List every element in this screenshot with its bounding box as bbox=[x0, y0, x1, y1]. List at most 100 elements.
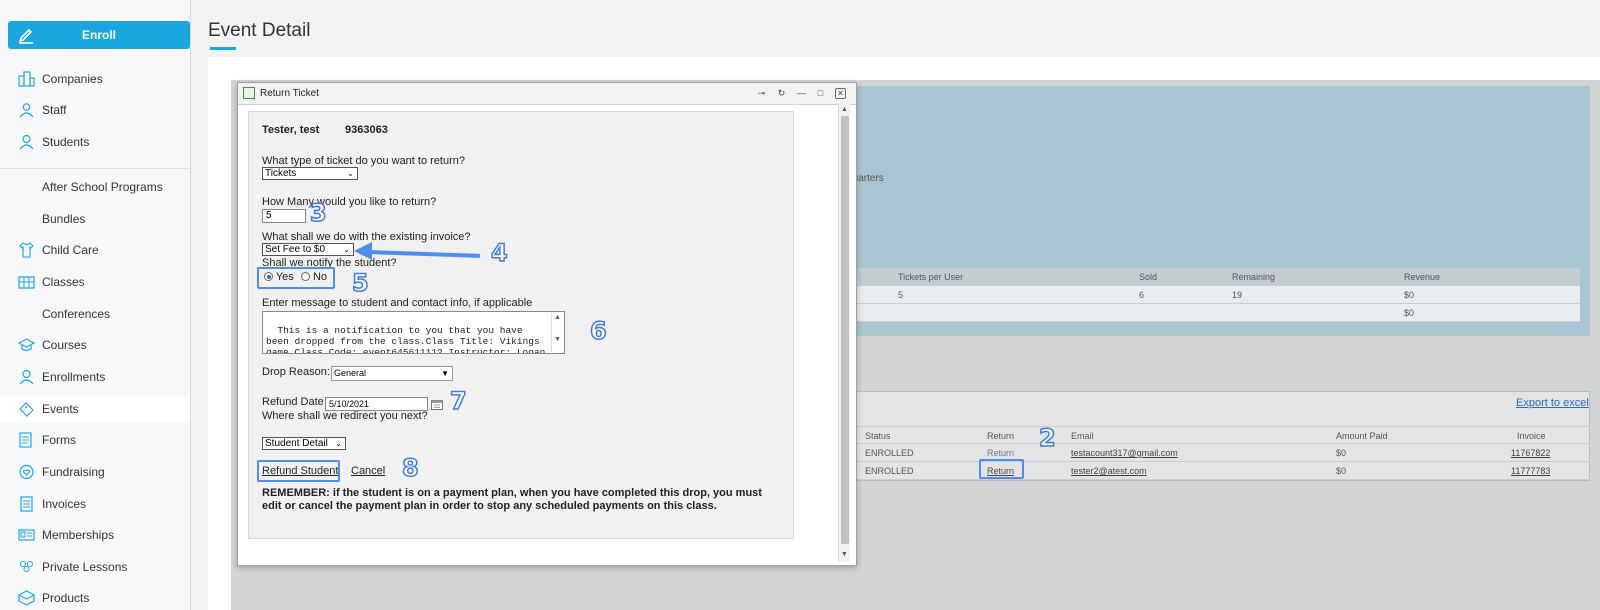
invoice-action-value: Set Fee to $0 bbox=[265, 244, 326, 255]
dialog-title: Return Ticket bbox=[260, 88, 319, 99]
caret-down-icon: ▼ bbox=[441, 369, 449, 378]
how-many-input[interactable]: 5 bbox=[262, 209, 306, 223]
column-header: Status bbox=[865, 431, 891, 441]
table-cell: $0 bbox=[1404, 308, 1415, 318]
ticket-type-select[interactable]: Tickets ⌄ bbox=[262, 167, 358, 180]
table-row: ENROLLED Return testacount317@gmail.com … bbox=[845, 444, 1590, 462]
column-header: Invoice bbox=[1517, 431, 1546, 441]
notify-highlight bbox=[257, 267, 335, 289]
sidebar-item-enrollments[interactable]: Enrollments bbox=[0, 364, 190, 390]
sidebar-item-courses[interactable]: Courses bbox=[0, 332, 190, 358]
user-icon bbox=[19, 369, 34, 385]
calendar-grid-icon bbox=[18, 276, 35, 289]
column-header: Tickets per User bbox=[898, 272, 964, 282]
minimize-icon[interactable]: — bbox=[796, 88, 807, 99]
sidebar-item-invoices[interactable]: Invoices bbox=[0, 491, 190, 517]
table-cell: 19 bbox=[1232, 290, 1243, 300]
sidebar-item-label: Enrollments bbox=[42, 370, 106, 384]
message-textarea[interactable]: This is a notification to you that you h… bbox=[262, 311, 565, 354]
box-icon bbox=[18, 590, 35, 606]
calendar-icon[interactable] bbox=[431, 399, 443, 410]
sidebar-item-products[interactable]: Products bbox=[0, 585, 190, 610]
table-header-row: Status Return Email Amount Paid Invoice bbox=[845, 426, 1590, 444]
table-total-row: $0 bbox=[836, 304, 1580, 322]
message-question: Enter message to student and contact inf… bbox=[262, 297, 533, 309]
redirect-select[interactable]: Student Detail ⌄ bbox=[262, 437, 346, 450]
refresh-icon[interactable]: ↻ bbox=[776, 88, 787, 99]
pin-icon[interactable]: ⊸ bbox=[756, 88, 767, 99]
window-icon bbox=[243, 87, 255, 99]
table-row: 5 6 19 $0 bbox=[836, 286, 1580, 304]
invoice-icon bbox=[20, 496, 33, 512]
close-icon[interactable]: ✕ bbox=[835, 88, 846, 99]
maximize-icon[interactable]: □ bbox=[815, 88, 826, 99]
export-to-excel-link[interactable]: Export to excel bbox=[1516, 397, 1589, 409]
staff-icon bbox=[19, 103, 34, 118]
return-highlight bbox=[979, 459, 1024, 479]
sidebar-item-bundles[interactable]: Bundles bbox=[0, 206, 190, 232]
refund-date-label: Refund Date bbox=[262, 396, 324, 408]
annotation-number: 2 bbox=[1038, 423, 1056, 453]
sidebar-item-label: After School Programs bbox=[42, 180, 163, 194]
dialog-scrollbar[interactable]: ▲ ▼ bbox=[838, 104, 850, 562]
sidebar-item-events[interactable]: Events bbox=[0, 396, 190, 422]
sidebar-item-memberships[interactable]: Memberships bbox=[0, 522, 190, 548]
scroll-down-icon[interactable]: ▼ bbox=[841, 551, 848, 558]
refund-highlight bbox=[257, 460, 340, 482]
sidebar-item-classes[interactable]: Classes bbox=[0, 269, 190, 295]
sidebar-item-label: Courses bbox=[42, 338, 87, 352]
email-link[interactable]: tester2@atest.com bbox=[1071, 466, 1147, 476]
buildings-icon bbox=[18, 71, 35, 87]
email-link[interactable]: testacount317@gmail.com bbox=[1071, 448, 1178, 458]
status-cell: ENROLLED bbox=[865, 448, 914, 458]
heart-shield-icon bbox=[19, 464, 34, 480]
sidebar-item-private-lessons[interactable]: Private Lessons bbox=[0, 554, 190, 580]
column-header: Return bbox=[987, 431, 1015, 441]
dialog-titlebar[interactable]: Return Ticket ⊸ ↻ — □ ✕ bbox=[238, 83, 856, 105]
invoice-link[interactable]: 11777783 bbox=[1511, 466, 1550, 476]
annotation-number: 8 bbox=[401, 453, 419, 483]
sidebar-item-fundraising[interactable]: Fundraising bbox=[0, 459, 190, 485]
table-cell: 6 bbox=[1139, 290, 1145, 300]
sidebar-item-label: Bundles bbox=[42, 212, 86, 226]
sidebar-item-child-care[interactable]: Child Care bbox=[0, 237, 190, 263]
sidebar-item-label: Invoices bbox=[42, 497, 87, 511]
sidebar-item-label: Products bbox=[42, 591, 90, 605]
invoice-link[interactable]: 11767822 bbox=[1511, 448, 1550, 458]
sidebar-item-label: Conferences bbox=[42, 307, 111, 321]
redirect-value: Student Detail bbox=[265, 438, 328, 449]
sidebar-item-staff[interactable]: Staff bbox=[0, 97, 190, 123]
textarea-scrollbar[interactable]: ▲ ▼ bbox=[551, 313, 563, 352]
amount-cell: $0 bbox=[1336, 466, 1347, 476]
annotation-number: 5 bbox=[351, 268, 369, 298]
column-header: Amount Paid bbox=[1336, 431, 1388, 441]
sidebar-item-label: Classes bbox=[42, 275, 85, 289]
remember-note: REMEMBER: if the student is on a payment… bbox=[262, 487, 762, 512]
refund-date-input[interactable]: 5/10/2021 bbox=[325, 397, 428, 411]
sidebar-item-conferences[interactable]: Conferences bbox=[0, 301, 190, 327]
sidebar-item-label: Child Care bbox=[42, 243, 99, 257]
sidebar-item-label: Companies bbox=[42, 72, 103, 86]
scroll-thumb[interactable] bbox=[841, 116, 849, 544]
enroll-label: Enroll bbox=[81, 28, 116, 42]
annotation-number: 6 bbox=[589, 316, 607, 346]
sidebar-item-after-school-programs[interactable]: After School Programs bbox=[0, 174, 190, 200]
drop-reason-select[interactable]: General ▼ bbox=[331, 366, 453, 381]
sidebar-item-companies[interactable]: Companies bbox=[0, 66, 190, 92]
annotation-number: 4 bbox=[490, 238, 508, 268]
ticket-type-question: What type of ticket do you want to retur… bbox=[262, 155, 465, 167]
scroll-up-icon[interactable]: ▲ bbox=[841, 106, 848, 113]
ticket-type-value: Tickets bbox=[265, 168, 297, 179]
sidebar-item-students[interactable]: Students bbox=[0, 129, 190, 155]
cancel-link[interactable]: Cancel bbox=[351, 465, 385, 477]
sidebar-item-label: Staff bbox=[42, 103, 67, 117]
enroll-button[interactable]: Enroll bbox=[8, 21, 190, 49]
invoice-action-select[interactable]: Set Fee to $0 ⌄ bbox=[262, 243, 354, 256]
student-name: Tester, test bbox=[262, 124, 320, 136]
return-link[interactable]: Return bbox=[987, 448, 1014, 458]
edit-icon bbox=[18, 28, 33, 44]
sidebar-item-label: Forms bbox=[42, 433, 76, 447]
redirect-question: Where shall we redirect you next? bbox=[262, 410, 428, 422]
table-cell: $0 bbox=[1404, 290, 1415, 300]
sidebar-item-forms[interactable]: Forms bbox=[0, 427, 190, 453]
